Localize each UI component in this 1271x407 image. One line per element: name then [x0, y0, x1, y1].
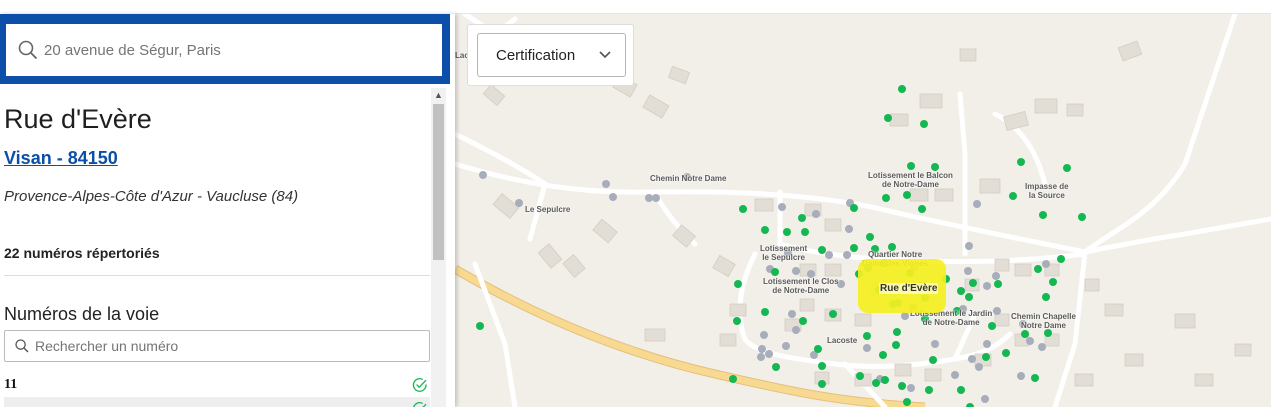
region-text: Provence-Alpes-Côte d'Azur - Vaucluse (8… [4, 188, 299, 205]
numbers-count: 22 numéros répertoriés [4, 245, 160, 261]
certification-dropdown-label: Certification [496, 46, 576, 64]
certification-dropdown[interactable]: Certification [477, 33, 626, 77]
check-circle-icon [413, 402, 427, 407]
map-label-lacoste: Lacoste [827, 336, 858, 345]
number-search-box[interactable] [4, 330, 430, 362]
city-link[interactable]: Visan - 84150 [4, 148, 118, 169]
scrollbar-thumb[interactable] [433, 104, 444, 260]
map-label-lotissement-balcon: Lotissement le Balcon de Notre-Dame [868, 171, 953, 189]
address-panel: Rue d'Evère Visan - 84150 Provence-Alpes… [0, 14, 455, 407]
map-label-le-sepulcre: Le Sepulcre [525, 205, 571, 214]
map-label-impasse-source: Impasse de la Source [1025, 182, 1069, 200]
scrollbar[interactable]: ▲ [431, 88, 446, 407]
list-item[interactable] [4, 397, 430, 407]
section-title: Numéros de la voie [4, 304, 160, 324]
map-label-rue-devere[interactable]: Rue d'Evère [879, 283, 939, 294]
street-number: 11 [4, 377, 18, 392]
number-search-input[interactable] [35, 338, 415, 354]
address-search-box[interactable] [4, 22, 444, 78]
check-circle-icon [412, 378, 427, 392]
map-label-chemin-notre-dame: Chemin Notre Dame [650, 174, 727, 183]
top-bar-right [455, 0, 1271, 14]
address-search-input[interactable] [44, 41, 424, 59]
search-icon [18, 40, 38, 60]
divider [4, 275, 430, 276]
map-label-chemin-chapelle: Chemin Chapelle Notre Dame [1011, 312, 1076, 330]
scroll-up-icon[interactable]: ▲ [431, 88, 446, 102]
list-item[interactable]: 11 [4, 373, 430, 397]
filter-panel: Certification [467, 24, 634, 86]
page-title: Rue d'Evère [4, 104, 152, 134]
street-details: Rue d'Evère Visan - 84150 Provence-Alpes… [0, 88, 430, 407]
search-icon [15, 339, 29, 353]
top-bar [0, 0, 455, 14]
map-label-lotissement-sepulcre: Lotissement le Sepulcre [760, 244, 808, 262]
search-bar [0, 14, 450, 84]
map-label-lotissement-clos: Lotissement le Clos de Notre-Dame [763, 277, 839, 295]
chevron-down-icon [599, 51, 611, 59]
